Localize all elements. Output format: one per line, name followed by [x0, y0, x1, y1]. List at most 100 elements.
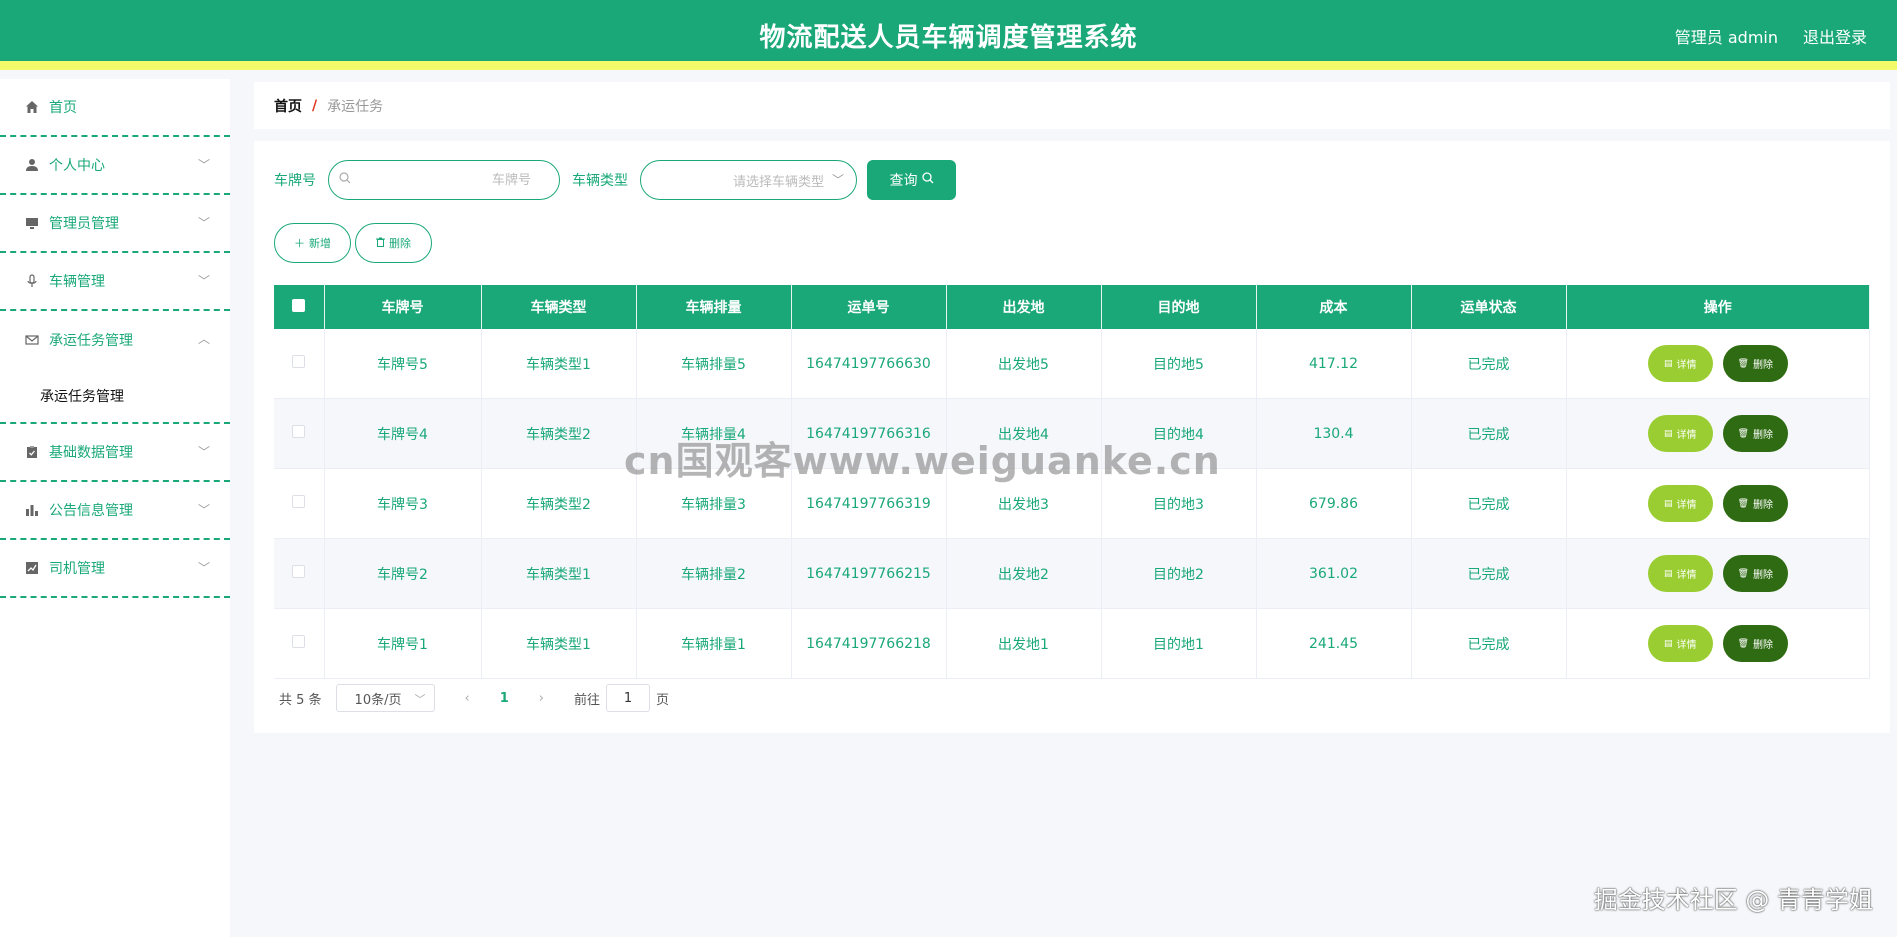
goto-page-input[interactable]: [606, 684, 651, 712]
plus-icon: ＋: [294, 237, 305, 250]
sidebar-item-carrier-task-management[interactable]: 承运任务管理 ︿: [0, 311, 230, 369]
plate-cell: 车牌号1: [324, 608, 482, 679]
logout-link[interactable]: 退出登录: [1803, 24, 1867, 48]
query-button[interactable]: 查询: [867, 160, 956, 200]
prev-page-button[interactable]: ‹: [465, 691, 470, 706]
column-header[interactable]: 运单号: [791, 285, 947, 329]
sidebar-item-label: 基础数据管理: [49, 445, 133, 461]
delete-button-label: 删除: [1752, 640, 1773, 651]
column-header[interactable]: 成本: [1256, 285, 1412, 329]
trash-icon: 🗑: [1737, 638, 1749, 649]
origin-cell: 出发地2: [946, 538, 1102, 609]
sidebar-item-vehicle-management[interactable]: 车辆管理 ﹀: [0, 253, 230, 311]
row-checkbox[interactable]: [292, 635, 306, 648]
sidebar-item-personal-center[interactable]: 个人中心 ﹀: [0, 137, 230, 195]
row-select-cell: [274, 608, 325, 679]
breadcrumb: 首页 / 承运任务: [254, 82, 1890, 129]
delete-button[interactable]: 🗑 删除: [1722, 485, 1788, 522]
delete-button-label: 删除: [1752, 570, 1773, 581]
vehicle-type-select[interactable]: 请选择车辆类型 ﹀: [640, 160, 857, 200]
page-number[interactable]: 1: [500, 691, 509, 706]
detail-button[interactable]: ▤ 详情: [1647, 415, 1713, 452]
table-row: 车牌号5 车辆类型1 车辆排量5 16474197766630 出发地5 目的地…: [274, 329, 1870, 399]
plate-cell: 车牌号3: [324, 468, 482, 539]
operations-cell: ▤ 详情 🗑 删除: [1566, 398, 1870, 469]
batch-delete-button[interactable]: 删除: [355, 223, 432, 263]
cost-cell: 130.4: [1256, 398, 1412, 469]
detail-button[interactable]: ▤ 详情: [1647, 485, 1713, 522]
plate-cell: 车牌号5: [324, 329, 482, 399]
detail-button-label: 详情: [1676, 360, 1697, 371]
monitor-icon: [24, 215, 40, 231]
delete-button[interactable]: 🗑 删除: [1722, 555, 1788, 592]
operations-cell: ▤ 详情 🗑 删除: [1566, 538, 1870, 609]
row-checkbox[interactable]: [292, 355, 306, 368]
sidebar: 首页 个人中心 ﹀ 管理员管理 ﹀ 车辆管理 ﹀ 承运任务管理 ︿ 承运任务管理…: [0, 79, 230, 937]
sidebar-item-driver-management[interactable]: 司机管理 ﹀: [0, 540, 230, 598]
delete-button-label: 删除: [1752, 360, 1773, 371]
select-all-header[interactable]: [274, 285, 325, 329]
chevron-down-icon: ﹀: [414, 693, 426, 706]
pagination-total: 共 5 条: [279, 692, 322, 708]
detail-button[interactable]: ▤ 详情: [1647, 345, 1713, 382]
cost-cell: 361.02: [1256, 538, 1412, 609]
sidebar-item-home[interactable]: 首页: [0, 79, 230, 137]
sidebar-item-announcement-management[interactable]: 公告信息管理 ﹀: [0, 482, 230, 540]
detail-button-label: 详情: [1676, 430, 1697, 441]
vehicle-type-placeholder: 请选择车辆类型: [732, 174, 824, 190]
column-header[interactable]: 目的地: [1101, 285, 1257, 329]
query-button-label: 查询: [889, 173, 918, 189]
row-checkbox[interactable]: [292, 565, 306, 578]
row-select-cell: [274, 398, 325, 469]
breadcrumb-home[interactable]: 首页: [274, 96, 302, 116]
trash-icon: [376, 237, 385, 250]
document-icon: ▤: [1663, 568, 1673, 579]
select-all-checkbox[interactable]: [292, 298, 306, 312]
chevron-down-icon: ﹀: [831, 173, 844, 187]
chevron-down-icon: ﹀: [197, 274, 210, 288]
destination-cell: 目的地5: [1101, 329, 1257, 399]
column-header[interactable]: 出发地: [946, 285, 1102, 329]
displacement-cell: 车辆排量2: [636, 538, 792, 609]
cost-cell: 417.12: [1256, 329, 1412, 399]
column-header[interactable]: 运单状态: [1411, 285, 1567, 329]
vehicle-type-cell: 车辆类型1: [481, 608, 637, 679]
delete-button[interactable]: 🗑 删除: [1722, 345, 1788, 382]
delete-button[interactable]: 🗑 删除: [1722, 625, 1788, 662]
plate-search-field: [328, 160, 560, 200]
displacement-cell: 车辆排量1: [636, 608, 792, 679]
delete-button-label: 删除: [1752, 430, 1773, 441]
column-header[interactable]: 车牌号: [324, 285, 482, 329]
document-icon: ▤: [1663, 638, 1673, 649]
next-page-button[interactable]: ›: [539, 691, 544, 706]
detail-button[interactable]: ▤ 详情: [1647, 625, 1713, 662]
status-cell: 已完成: [1411, 468, 1567, 539]
detail-button[interactable]: ▤ 详情: [1647, 555, 1713, 592]
breadcrumb-separator: /: [312, 97, 318, 114]
column-header: 操作: [1566, 285, 1870, 329]
mail-icon: [24, 332, 40, 348]
plate-search-input[interactable]: [329, 161, 559, 199]
detail-button-label: 详情: [1676, 640, 1697, 651]
delete-button[interactable]: 🗑 删除: [1722, 415, 1788, 452]
sidebar-item-basic-data-management[interactable]: 基础数据管理 ﹀: [0, 424, 230, 482]
row-checkbox[interactable]: [292, 425, 306, 438]
document-icon: ▤: [1663, 498, 1673, 509]
row-checkbox[interactable]: [292, 495, 306, 508]
search-icon: [921, 172, 934, 188]
column-header[interactable]: 车辆类型: [481, 285, 637, 329]
sidebar-item-label: 承运任务管理: [49, 333, 133, 349]
detail-button-label: 详情: [1676, 570, 1697, 581]
sidebar-item-label: 个人中心: [49, 158, 105, 174]
app-title: 物流配送人员车辆调度管理系统: [759, 23, 1138, 53]
status-cell: 已完成: [1411, 608, 1567, 679]
sidebar-item-admin-management[interactable]: 管理员管理 ﹀: [0, 195, 230, 253]
chevron-down-icon: ﹀: [197, 216, 210, 230]
page-size-select[interactable]: 10条/页 ﹀: [335, 684, 435, 712]
row-select-cell: [274, 329, 325, 399]
add-button[interactable]: ＋ 新增: [274, 223, 351, 263]
column-header[interactable]: 车辆排量: [636, 285, 792, 329]
document-icon: ▤: [1663, 428, 1673, 439]
submenu-item-carrier-task-management[interactable]: 承运任务管理: [0, 369, 230, 424]
search-icon: [339, 172, 351, 188]
